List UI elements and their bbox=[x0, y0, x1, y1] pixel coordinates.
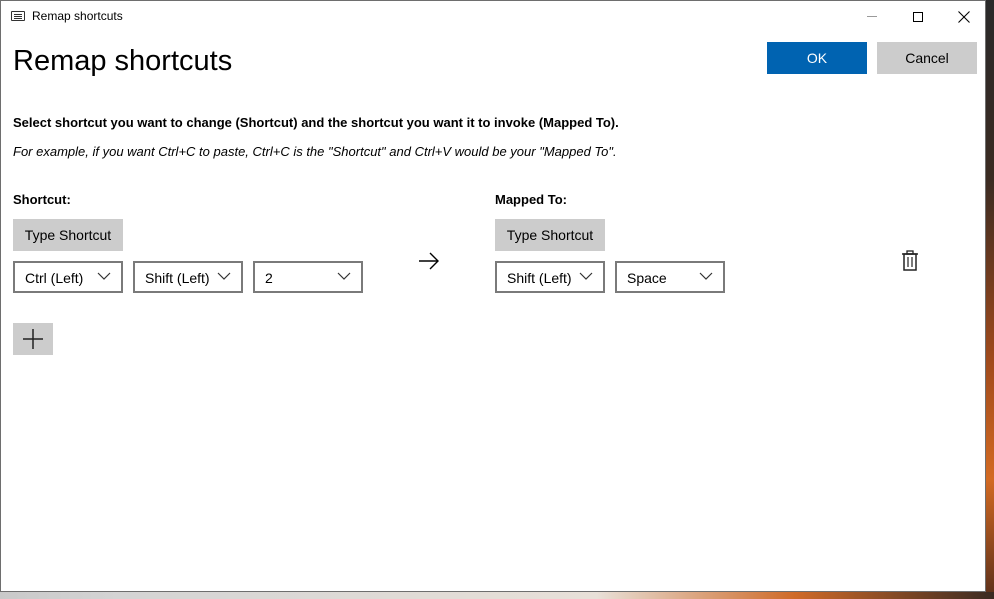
mapped-to-key-dropdown-2[interactable]: Space bbox=[615, 261, 725, 293]
keyboard-icon bbox=[11, 11, 25, 21]
minimize-button[interactable] bbox=[849, 1, 895, 32]
desktop-taskbar-edge bbox=[0, 592, 994, 599]
window-title: Remap shortcuts bbox=[32, 9, 123, 23]
shortcut-key-dropdown-2[interactable]: Shift (Left) bbox=[133, 261, 243, 293]
remap-shortcuts-window: Remap shortcuts Remap shortcuts OK Cance… bbox=[0, 0, 986, 592]
delete-row-button[interactable] bbox=[900, 249, 920, 273]
close-button[interactable] bbox=[941, 1, 987, 32]
mapped-to-label: Mapped To: bbox=[495, 192, 567, 207]
add-shortcut-button[interactable] bbox=[13, 323, 53, 355]
shortcut-label: Shortcut: bbox=[13, 192, 71, 207]
chevron-down-icon bbox=[579, 272, 593, 280]
ok-button[interactable]: OK bbox=[767, 42, 867, 74]
trash-icon bbox=[902, 250, 918, 271]
arrow-right-icon bbox=[419, 252, 439, 270]
chevron-down-icon bbox=[217, 272, 231, 280]
dropdown-value: Shift (Left) bbox=[507, 270, 572, 286]
maximize-icon bbox=[913, 11, 923, 22]
shortcut-key-dropdown-3[interactable]: 2 bbox=[253, 261, 363, 293]
mapped-to-type-shortcut-button[interactable]: Type Shortcut bbox=[495, 219, 605, 251]
title-bar[interactable]: Remap shortcuts bbox=[1, 1, 985, 32]
maximize-button[interactable] bbox=[895, 1, 941, 32]
close-icon bbox=[958, 10, 970, 23]
instructions-text: Select shortcut you want to change (Shor… bbox=[13, 115, 619, 130]
shortcut-type-shortcut-button[interactable]: Type Shortcut bbox=[13, 219, 123, 251]
chevron-down-icon bbox=[97, 272, 111, 280]
chevron-down-icon bbox=[337, 272, 351, 280]
dropdown-value: Space bbox=[627, 270, 667, 286]
page-title: Remap shortcuts bbox=[13, 45, 233, 77]
dropdown-value: Shift (Left) bbox=[145, 270, 210, 286]
chevron-down-icon bbox=[699, 272, 713, 280]
minimize-icon bbox=[867, 16, 877, 17]
dropdown-value: Ctrl (Left) bbox=[25, 270, 84, 286]
desktop-wallpaper bbox=[986, 0, 994, 599]
dropdown-value: 2 bbox=[265, 270, 273, 286]
cancel-button[interactable]: Cancel bbox=[877, 42, 977, 74]
mapped-to-key-dropdown-1[interactable]: Shift (Left) bbox=[495, 261, 605, 293]
plus-icon bbox=[23, 329, 43, 349]
shortcut-key-dropdown-1[interactable]: Ctrl (Left) bbox=[13, 261, 123, 293]
example-text: For example, if you want Ctrl+C to paste… bbox=[13, 144, 617, 159]
